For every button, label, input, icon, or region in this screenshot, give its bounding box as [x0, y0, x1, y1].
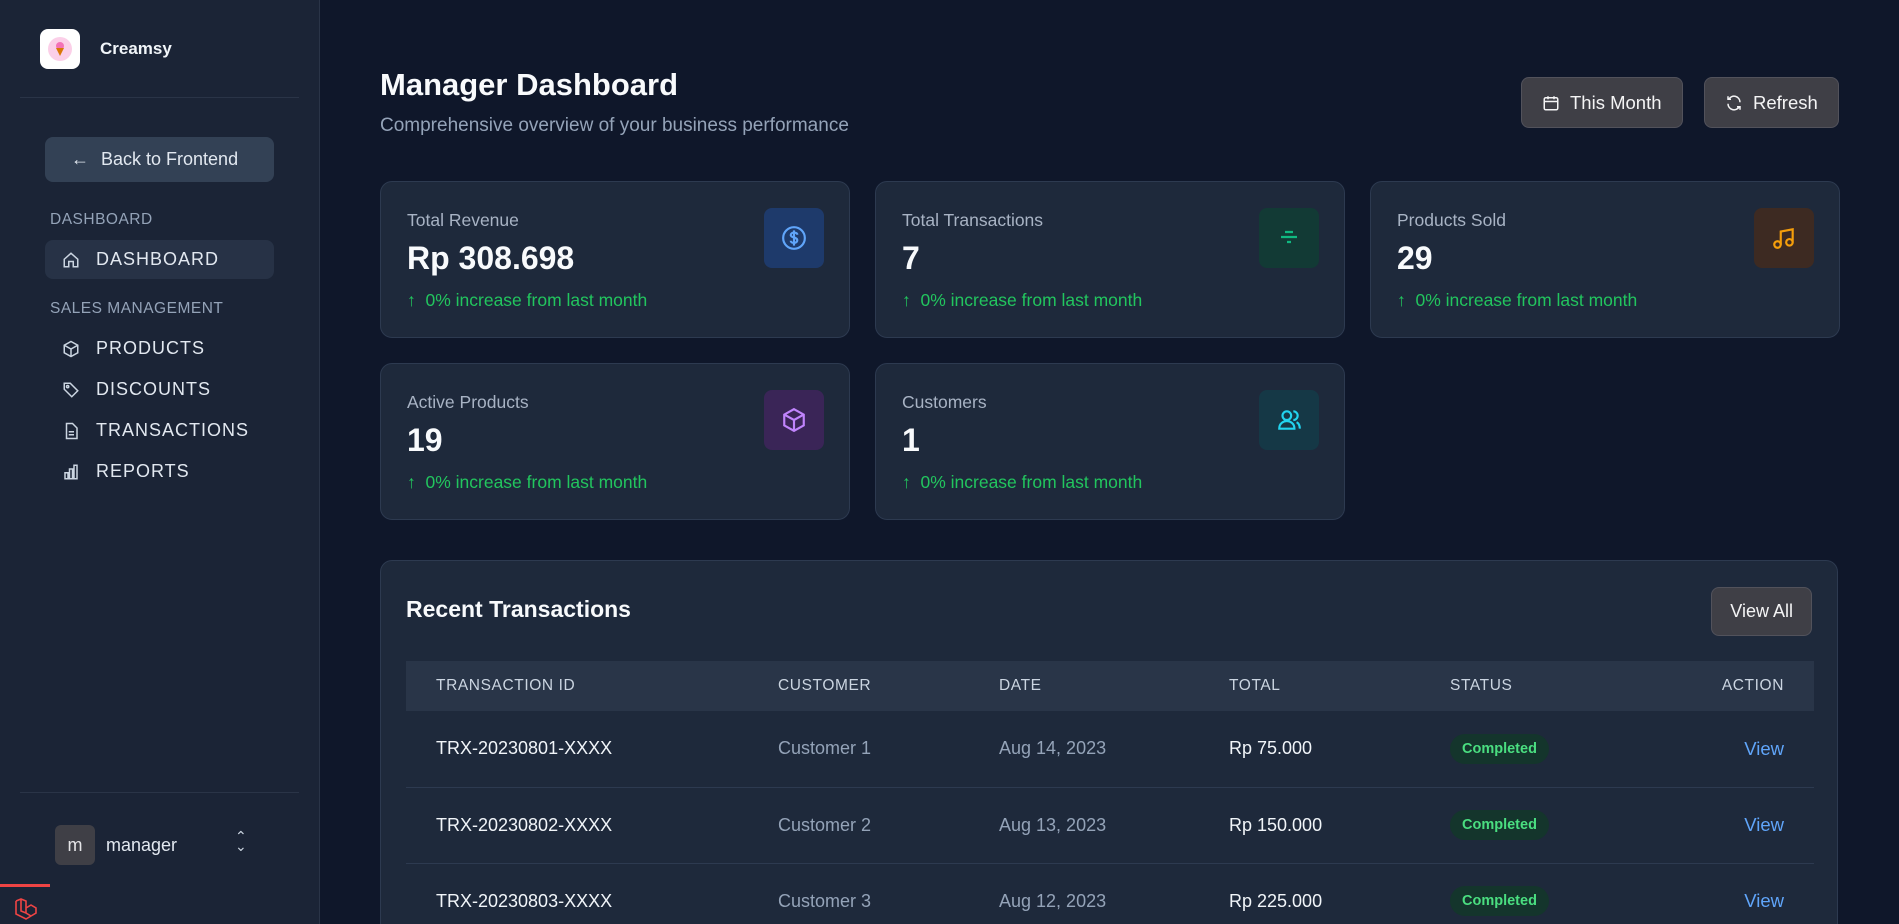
sidebar-item-products[interactable]: PRODUCTS: [45, 329, 274, 368]
cube-icon: [63, 340, 79, 357]
stat-label: Customers: [902, 392, 987, 412]
transaction-total: Rp 225.000: [1199, 863, 1420, 924]
sidebar-item-dashboard[interactable]: DASHBOARD: [45, 240, 274, 279]
sidebar-item-label: TRANSACTIONS: [96, 420, 250, 440]
customer-name: Customer 1: [748, 711, 969, 788]
section-label-sales-management: SALES MANAGEMENT: [50, 300, 224, 317]
stat-value: 7: [902, 240, 920, 276]
back-button-label: Back to Frontend: [101, 149, 239, 169]
stat-change: ↑ 0% increase from last month: [902, 290, 1143, 310]
section-title: Recent Transactions: [406, 596, 631, 622]
status-badge: Completed: [1450, 733, 1549, 764]
user-menu[interactable]: m manager ⌃ ⌄: [20, 792, 299, 902]
transactions-table: TRANSACTION ID CUSTOMER DATE TOTAL STATU…: [406, 661, 1814, 924]
home-icon: [63, 251, 79, 267]
stat-value: 29: [1397, 240, 1433, 276]
view-link[interactable]: View: [1744, 890, 1784, 911]
column-header: STATUS: [1450, 677, 1513, 694]
column-header: CUSTOMER: [778, 677, 872, 694]
users-icon: [1259, 390, 1319, 450]
stat-label: Total Transactions: [902, 210, 1044, 230]
section-label-dashboard: DASHBOARD: [50, 211, 153, 228]
sidebar-item-label: DASHBOARD: [96, 249, 220, 269]
customer-name: Customer 2: [748, 787, 969, 864]
this-month-button[interactable]: This Month: [1521, 77, 1683, 128]
brand[interactable]: Creamsy: [20, 0, 299, 98]
column-header: DATE: [999, 677, 1042, 694]
tag-icon: [63, 382, 79, 398]
column-header: TOTAL: [1229, 677, 1281, 694]
stat-card-total-transactions: Total Transactions 7 ↑ 0% increase from …: [875, 181, 1345, 338]
stat-change: ↑ 0% increase from last month: [1397, 290, 1638, 310]
sidebar-item-transactions[interactable]: TRANSACTIONS: [45, 411, 274, 450]
stat-label: Active Products: [407, 392, 529, 412]
page-subtitle: Comprehensive overview of your business …: [380, 115, 849, 136]
table-row: TRX-20230802-XXXX Customer 2 Aug 13, 202…: [406, 787, 1814, 864]
sidebar-item-reports[interactable]: REPORTS: [45, 452, 274, 491]
refresh-button[interactable]: Refresh: [1704, 77, 1839, 128]
stat-label: Products Sold: [1397, 210, 1506, 230]
stat-change: ↑ 0% increase from last month: [902, 472, 1143, 492]
table-row: TRX-20230801-XXXX Customer 1 Aug 14, 202…: [406, 711, 1814, 788]
table-row: TRX-20230803-XXXX Customer 3 Aug 12, 202…: [406, 863, 1814, 924]
transaction-id: TRX-20230802-XXXX: [406, 787, 748, 864]
transaction-id: TRX-20230803-XXXX: [406, 863, 748, 924]
view-link[interactable]: View: [1744, 814, 1784, 835]
stat-card-active-products: Active Products 19 ↑ 0% increase from la…: [380, 363, 850, 520]
view-all-button[interactable]: View All: [1711, 587, 1812, 636]
sidebar-item-label: REPORTS: [96, 461, 190, 481]
transaction-date: Aug 13, 2023: [969, 787, 1199, 864]
stat-card-customers: Customers 1 ↑ 0% increase from last mont…: [875, 363, 1345, 520]
transaction-total: Rp 150.000: [1199, 787, 1420, 864]
stat-value: 1: [902, 422, 920, 458]
refresh-icon: [1727, 94, 1741, 111]
ice-cream-icon: [40, 28, 80, 69]
column-header: ACTION: [1721, 677, 1784, 694]
transaction-id: TRX-20230801-XXXX: [406, 711, 748, 788]
cube-icon: [764, 390, 824, 450]
this-month-label: This Month: [1570, 91, 1662, 113]
brand-name: Creamsy: [100, 38, 172, 58]
bar-chart-icon: [64, 464, 78, 479]
chevron-up-down-icon[interactable]: ⌃ ⌄: [235, 829, 247, 853]
sidebar-item-label: PRODUCTS: [96, 338, 206, 358]
avatar: m: [55, 825, 95, 865]
customer-name: Customer 3: [748, 863, 969, 924]
user-name: manager: [106, 835, 178, 855]
back-to-frontend-button[interactable]: ← Back to Frontend: [45, 137, 274, 182]
sidebar: Creamsy ← Back to Frontend DASHBOARD DAS…: [0, 0, 320, 924]
laravel-logo-icon: [0, 884, 50, 924]
view-link[interactable]: View: [1744, 738, 1784, 759]
transaction-date: Aug 14, 2023: [969, 711, 1199, 788]
stat-change: ↑ 0% increase from last month: [407, 472, 648, 492]
document-icon: [65, 422, 78, 439]
column-header: TRANSACTION ID: [436, 677, 576, 694]
arrow-left-icon: ←: [71, 149, 89, 169]
main-content: Manager Dashboard Comprehensive overview…: [320, 0, 1899, 924]
status-badge: Completed: [1450, 810, 1549, 840]
stat-card-products-sold: Products Sold 29 ↑ 0% increase from last…: [1370, 181, 1840, 338]
table-header-row: TRANSACTION ID CUSTOMER DATE TOTAL STATU…: [406, 661, 1814, 711]
transaction-total: Rp 75.000: [1199, 711, 1420, 788]
calendar-icon: [1543, 95, 1559, 110]
transaction-date: Aug 12, 2023: [969, 863, 1199, 924]
stat-label: Total Revenue: [407, 210, 519, 230]
stat-value: Rp 308.698: [407, 240, 575, 276]
refresh-label: Refresh: [1753, 91, 1818, 113]
dollar-icon: [764, 208, 824, 268]
music-note-icon: [1754, 208, 1814, 268]
filter-icon: [1259, 208, 1319, 268]
page-title: Manager Dashboard: [380, 67, 679, 102]
stat-card-total-revenue: Total Revenue Rp 308.698 ↑ 0% increase f…: [380, 181, 850, 338]
stat-change: ↑ 0% increase from last month: [407, 290, 648, 310]
stat-value: 19: [407, 422, 443, 458]
status-badge: Completed: [1450, 886, 1549, 916]
sidebar-item-discounts[interactable]: DISCOUNTS: [45, 370, 274, 409]
recent-transactions-panel: Recent Transactions View All TRANSACTION…: [380, 560, 1838, 924]
sidebar-item-label: DISCOUNTS: [96, 379, 212, 399]
